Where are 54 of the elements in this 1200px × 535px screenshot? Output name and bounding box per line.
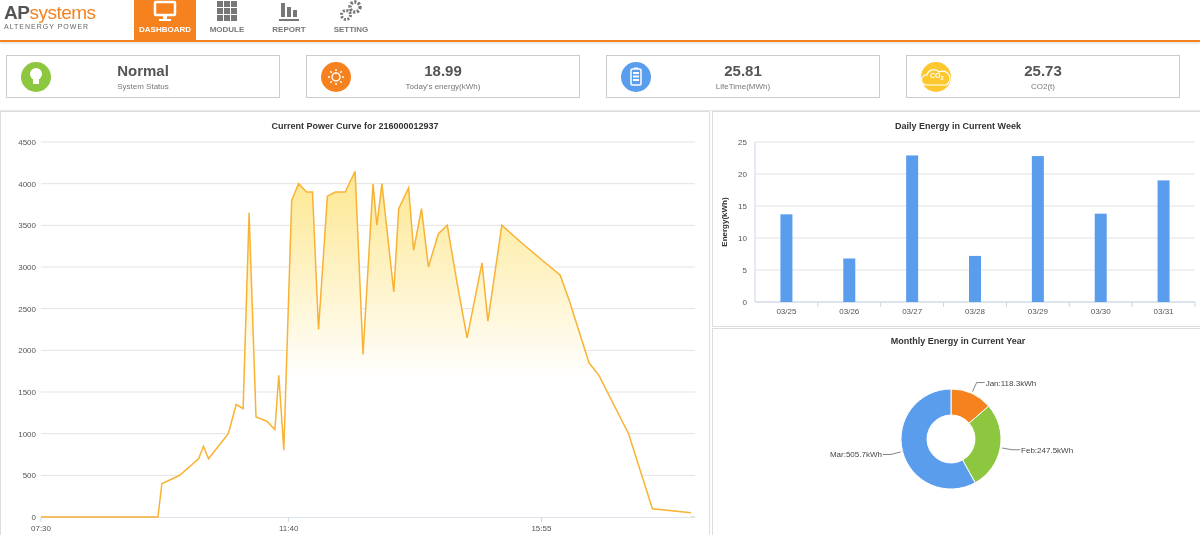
monitor-icon xyxy=(153,0,177,22)
axis-tick-label: 3500 xyxy=(18,221,36,231)
stat-value: 18.99 xyxy=(423,62,463,79)
slice-label: Jan:118.3kWh xyxy=(985,378,1037,388)
axis-tick-label: 4000 xyxy=(18,179,36,189)
axis-tick-label: 10 xyxy=(738,234,747,243)
slice-label: Mar:505.7kWh xyxy=(829,450,882,460)
leader-line xyxy=(1001,447,1021,451)
leader-line xyxy=(882,451,902,455)
axis-tick-label: 3000 xyxy=(18,263,36,272)
axis-title: Energy(kWh) xyxy=(720,197,729,247)
axis-tick-label: 25 xyxy=(738,138,747,147)
axis-tick-label: 15:55 xyxy=(531,524,552,533)
axis-tick-label: 20 xyxy=(738,170,747,179)
bar xyxy=(843,258,856,302)
stat-label: CO2(t) xyxy=(1030,82,1056,91)
axis-tick-label: 03/25 xyxy=(776,307,797,316)
axis-tick-label: 0 xyxy=(742,298,747,307)
axis-tick-label: 0 xyxy=(31,513,36,522)
nav-tab[interactable]: REPORT xyxy=(258,0,320,40)
slice-label: Feb:247.5kWh xyxy=(1021,445,1074,455)
axis-tick-label: 11:40 xyxy=(279,524,299,533)
stat-value: Normal xyxy=(116,62,170,79)
chart-title: Daily Energy in Current Week xyxy=(895,121,1021,131)
chart-title: Monthly Energy in Current Year xyxy=(890,336,1026,346)
chart-title: Current Power Curve for 216000012937 xyxy=(271,121,439,131)
axis-tick-label: 5 xyxy=(742,266,747,275)
stat-value: 25.73 xyxy=(1023,62,1063,79)
bar xyxy=(969,255,981,302)
grid-icon xyxy=(215,0,239,22)
axis-tick-label: 03/29 xyxy=(1027,307,1048,316)
axis-tick-label: 03/27 xyxy=(902,307,923,316)
axis-tick-label: 4500 xyxy=(18,138,36,147)
axis-tick-label: 03/28 xyxy=(965,307,985,316)
nav-tab[interactable]: DASHBOARD xyxy=(134,0,196,40)
axis-tick-label: 07:30 xyxy=(31,524,51,533)
leader-line xyxy=(972,382,986,393)
axis-tick-label: 2000 xyxy=(18,346,36,356)
axis-tick-label: 2500 xyxy=(18,304,36,314)
axis-tick-label: 03/26 xyxy=(839,307,860,316)
gears-icon xyxy=(339,0,363,22)
stat-label: System Status xyxy=(116,82,170,91)
nav-tab[interactable]: MODULE xyxy=(196,0,258,40)
axis-tick-label: 1000 xyxy=(18,429,36,439)
stat-label: Today's energy(kWh) xyxy=(404,82,482,91)
axis-tick-label: 15 xyxy=(738,202,747,211)
bar-chart-icon xyxy=(277,0,301,22)
axis-tick-label: 03/31 xyxy=(1153,307,1174,316)
axis-tick-label: 500 xyxy=(22,471,36,481)
stat-value: 25.81 xyxy=(723,62,763,79)
stat-label: LifeTime(MWh) xyxy=(714,82,772,91)
axis-tick-label: 1500 xyxy=(18,388,36,397)
nav-tab[interactable]: SETTING xyxy=(320,0,382,40)
axis-tick-label: 03/30 xyxy=(1090,307,1111,316)
